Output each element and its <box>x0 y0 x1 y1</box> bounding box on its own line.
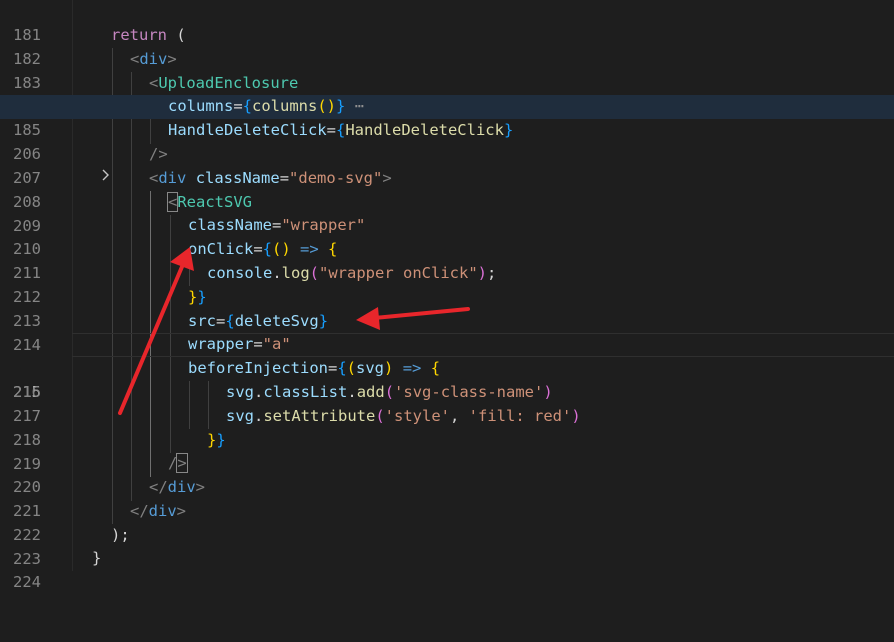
code-line[interactable]: 218 svg.setAttribute('style', 'fill: red… <box>0 405 894 449</box>
code-line[interactable]: 211 onClick={() => { <box>0 238 894 282</box>
code-text: <ReactSVG <box>166 192 252 212</box>
code-line[interactable]: 209 <ReactSVG <box>0 191 894 235</box>
code-text: /> <box>168 453 188 473</box>
code-text: svg.classList.add('svg-class-name') <box>226 383 553 401</box>
code-line[interactable]: 183 <div> <box>0 48 894 92</box>
code-line[interactable]: 210 className="wrapper" <box>0 214 894 258</box>
line-number: 224 <box>13 572 41 591</box>
code-line[interactable]: 216 beforeInjection={(svg) => { <box>0 357 894 401</box>
code-text: <div className="demo-svg"> <box>149 169 392 187</box>
code-text: /> <box>149 145 168 163</box>
code-text: } <box>92 549 102 567</box>
code-text: }} <box>207 431 226 449</box>
code-line[interactable]: 212 console.log("wrapper onClick"); <box>0 262 894 306</box>
code-text: }} <box>188 288 207 306</box>
code-editor[interactable]: 181 182 return ( 183 <div> 184 <UploadEn… <box>0 0 894 591</box>
code-text: src={deleteSvg} <box>188 312 329 330</box>
code-line[interactable]: 206 HandleDeleteClick={HandleDeleteClick… <box>0 119 894 163</box>
code-text: className="wrapper" <box>188 216 366 234</box>
code-text: return ( <box>111 26 186 44</box>
code-line[interactable]: 181 <box>0 0 894 44</box>
code-text: <UploadEnclosure <box>149 74 299 92</box>
code-text: wrapper="a" <box>188 335 291 353</box>
code-line-active[interactable]: 215 wrapper="a" <box>0 333 894 401</box>
code-line[interactable]: 214 src={deleteSvg} <box>0 310 894 354</box>
code-text: </div> <box>149 478 206 496</box>
code-line[interactable]: 213 }} <box>0 286 894 330</box>
code-line[interactable]: 207 /> <box>0 143 894 187</box>
code-line[interactable]: 221 </div> <box>0 476 894 520</box>
code-text: beforeInjection={(svg) => { <box>188 359 441 377</box>
code-text: <div> <box>130 50 177 68</box>
code-text: columns={columns()} ⋯ <box>168 97 365 115</box>
code-text: </div> <box>130 502 187 520</box>
code-text: ); <box>111 526 130 544</box>
code-line[interactable]: 224 } <box>0 547 894 591</box>
code-line[interactable]: 220 /> <box>0 452 894 496</box>
code-line[interactable]: 217 svg.classList.add('svg-class-name') <box>0 381 894 425</box>
code-line[interactable]: 182 return ( <box>0 24 894 68</box>
code-line[interactable]: 208 <div className="demo-svg"> <box>0 167 894 211</box>
code-line[interactable]: 222 </div> <box>0 500 894 544</box>
code-text: svg.setAttribute('style', 'fill: red') <box>226 407 581 425</box>
code-line-folded[interactable]: 185 columns={columns()} ⋯ <box>0 95 894 181</box>
code-text: HandleDeleteClick={HandleDeleteClick} <box>168 121 514 139</box>
code-line[interactable]: 223 ); <box>0 524 894 568</box>
code-line[interactable]: 219 }} <box>0 429 894 473</box>
code-text: console.log("wrapper onClick"); <box>207 264 497 282</box>
code-text: onClick={() => { <box>188 240 338 258</box>
code-line[interactable]: 184 <UploadEnclosure <box>0 72 894 116</box>
